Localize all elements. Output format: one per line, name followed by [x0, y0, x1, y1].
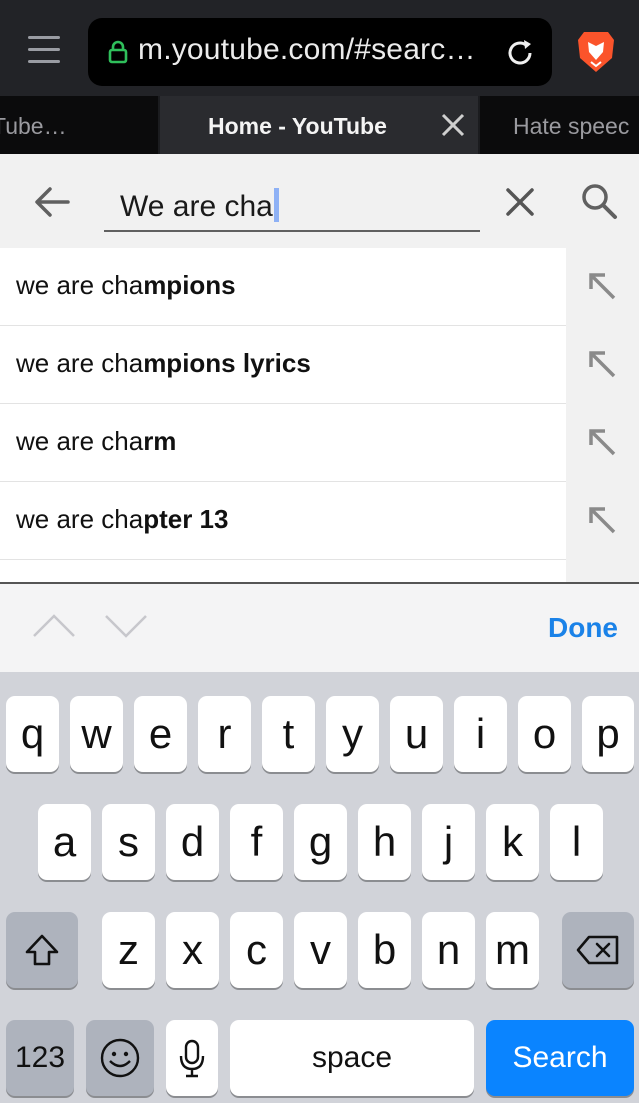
key-p[interactable]: p: [582, 696, 634, 772]
suggestion-item[interactable]: we are champions: [0, 248, 566, 326]
suggestion-completion: mpions: [143, 270, 236, 300]
tab-label: Home - YouTube: [208, 113, 387, 139]
tab-label: Hate speec: [513, 113, 630, 139]
lock-icon: [108, 40, 128, 64]
close-icon[interactable]: [440, 112, 466, 138]
chevron-up-icon[interactable]: [32, 612, 76, 640]
key-l[interactable]: l: [550, 804, 603, 880]
search-key[interactable]: Search: [486, 1020, 634, 1096]
key-o[interactable]: o: [518, 696, 571, 772]
microphone-icon: [179, 1039, 205, 1078]
fill-arrow-icon[interactable]: [586, 426, 618, 458]
shift-icon: [25, 934, 59, 966]
emoji-icon: [100, 1038, 140, 1078]
key-w[interactable]: w: [70, 696, 123, 772]
reload-icon[interactable]: [503, 36, 537, 70]
key-j[interactable]: j: [422, 804, 475, 880]
tab-active[interactable]: Home - YouTube: [160, 96, 478, 154]
key-s[interactable]: s: [102, 804, 155, 880]
key-y[interactable]: y: [326, 696, 379, 772]
space-key[interactable]: space: [230, 1020, 474, 1096]
suggestion-prefix: we are cha: [16, 270, 144, 300]
dictation-key[interactable]: [166, 1020, 218, 1096]
emoji-key[interactable]: [86, 1020, 154, 1096]
suggestion-prefix: we are cha: [16, 426, 144, 456]
search-query: We are cha: [120, 190, 273, 223]
key-q[interactable]: q: [6, 696, 59, 772]
key-k[interactable]: k: [486, 804, 539, 880]
key-f[interactable]: f: [230, 804, 283, 880]
key-g[interactable]: g: [294, 804, 347, 880]
suggestion-prefix: we are cha: [16, 348, 144, 378]
text-caret: [273, 188, 279, 222]
suggestion-completion: rm: [143, 426, 177, 456]
tab-previous[interactable]: Tube…: [0, 96, 158, 154]
fill-arrow-icon[interactable]: [586, 504, 618, 536]
shift-key[interactable]: [6, 912, 78, 988]
key-r[interactable]: r: [198, 696, 251, 772]
suggestion-item[interactable]: [0, 560, 566, 584]
tab-label: Tube…: [0, 113, 67, 139]
search-icon[interactable]: [580, 182, 618, 220]
suggestion-completion: mpions lyrics: [143, 348, 311, 378]
fill-arrow-icon[interactable]: [586, 270, 618, 302]
suggestion-item[interactable]: we are champions lyrics: [0, 326, 566, 404]
key-x[interactable]: x: [166, 912, 219, 988]
suggestion-prefix: we are cha: [16, 504, 144, 534]
clear-icon[interactable]: [504, 186, 536, 218]
key-c[interactable]: c: [230, 912, 283, 988]
key-t[interactable]: t: [262, 696, 315, 772]
keyboard-accessory-bar: [0, 584, 639, 672]
search-input[interactable]: We are cha: [104, 178, 480, 232]
backspace-icon: [576, 935, 619, 965]
suggestion-item[interactable]: we are chapter 13: [0, 482, 566, 560]
menu-icon[interactable]: [26, 32, 62, 68]
suggestion-list: we are champions we are champions lyrics…: [0, 248, 639, 584]
suggestion-item[interactable]: we are charm: [0, 404, 566, 482]
key-d[interactable]: d: [166, 804, 219, 880]
key-i[interactable]: i: [454, 696, 507, 772]
brave-lion-icon[interactable]: [576, 28, 616, 74]
fill-arrow-icon[interactable]: [586, 348, 618, 380]
suggestion-completion: pter 13: [143, 504, 229, 534]
key-u[interactable]: u: [390, 696, 443, 772]
key-h[interactable]: h: [358, 804, 411, 880]
key-z[interactable]: z: [102, 912, 155, 988]
url-text[interactable]: m.youtube.com/#searc…: [138, 33, 476, 67]
numbers-key[interactable]: 123: [6, 1020, 74, 1096]
done-button[interactable]: Done: [548, 612, 618, 644]
key-v[interactable]: v: [294, 912, 347, 988]
backspace-key[interactable]: [562, 912, 634, 988]
key-n[interactable]: n: [422, 912, 475, 988]
chevron-down-icon[interactable]: [104, 612, 148, 640]
key-b[interactable]: b: [358, 912, 411, 988]
key-m[interactable]: m: [486, 912, 539, 988]
key-e[interactable]: e: [134, 696, 187, 772]
back-arrow-icon[interactable]: [32, 184, 72, 220]
key-a[interactable]: a: [38, 804, 91, 880]
tab-next[interactable]: Hate speec: [480, 96, 639, 154]
